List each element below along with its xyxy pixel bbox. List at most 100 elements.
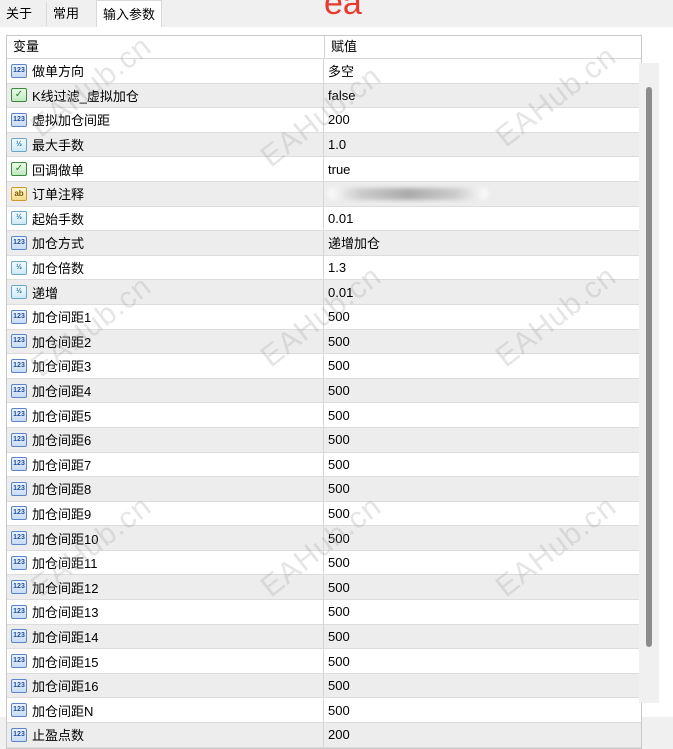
- table-row[interactable]: 123 加仓间距11 500: [7, 550, 641, 576]
- table-row[interactable]: 123 加仓间距14 500: [7, 624, 641, 650]
- int-type-icon: 123: [11, 727, 27, 742]
- parameter-value-cell[interactable]: 0.01: [324, 280, 353, 304]
- int-type-icon: 123: [11, 235, 27, 250]
- parameter-value-cell[interactable]: 500: [324, 502, 350, 526]
- parameter-value: 1.0: [328, 137, 347, 153]
- tab-inputs[interactable]: 输入参数: [96, 0, 163, 29]
- int-type-icon: 123: [11, 63, 27, 78]
- table-row[interactable]: 123 加仓间距N 500: [7, 698, 641, 724]
- bool-type-icon: ✓: [11, 162, 27, 177]
- int-type-icon: 123: [11, 604, 27, 619]
- parameter-value: 500: [328, 456, 350, 472]
- table-row[interactable]: ½ 起始手数 0.01: [7, 206, 641, 232]
- parameter-value-cell[interactable]: 200: [324, 723, 350, 747]
- string-type-icon: ab: [11, 186, 27, 201]
- vertical-scrollbar[interactable]: [639, 63, 659, 703]
- parameter-value-cell[interactable]: 500: [324, 649, 350, 673]
- parameter-value: true: [328, 161, 351, 177]
- table-row[interactable]: 123 加仓方式 递增加仓: [7, 231, 641, 256]
- column-header-value[interactable]: 赋值: [325, 36, 357, 58]
- table-row[interactable]: 123 加仓间距2 500: [7, 329, 641, 355]
- table-row[interactable]: 123 做单方向 多空: [7, 59, 641, 84]
- parameter-value-cell[interactable]: 500: [324, 575, 350, 599]
- parameter-value-cell[interactable]: 500: [324, 698, 350, 722]
- table-row[interactable]: 123 加仓间距6 500: [7, 427, 641, 453]
- parameter-value-cell[interactable]: 500: [324, 526, 350, 550]
- parameter-name-cell: ✓ 回调做单: [7, 157, 324, 181]
- table-row[interactable]: ✓ K线过滤_虚拟加仓 false: [7, 83, 641, 109]
- parameter-value: 500: [328, 505, 350, 521]
- table-row[interactable]: ✓ 回调做单 true: [7, 157, 641, 182]
- parameter-value: false: [328, 87, 356, 103]
- parameter-value-cell[interactable]: 500: [324, 477, 350, 501]
- int-type-icon: 123: [11, 481, 27, 496]
- table-row[interactable]: 123 加仓间距10 500: [7, 526, 641, 551]
- tab-about[interactable]: 关于: [0, 2, 38, 26]
- parameter-value-cell[interactable]: 500: [324, 403, 350, 427]
- int-type-icon: 123: [11, 531, 27, 546]
- table-row[interactable]: ½ 递增 0.01: [7, 280, 641, 305]
- column-header-name[interactable]: 变量: [7, 36, 325, 58]
- parameter-value-cell[interactable]: 0.01: [324, 207, 353, 231]
- parameter-name-cell: 123 加仓间距9: [7, 501, 324, 526]
- parameter-name-cell: 123 加仓间距8: [7, 477, 324, 501]
- parameter-value-cell[interactable]: 500: [324, 305, 350, 329]
- parameter-value-cell[interactable]: 递增加仓: [324, 231, 380, 255]
- parameter-name: 加仓间距12: [32, 580, 99, 596]
- parameter-value-cell[interactable]: 500: [324, 453, 350, 477]
- parameter-value-cell[interactable]: 500: [324, 379, 350, 403]
- int-type-icon: 123: [11, 580, 27, 595]
- table-row[interactable]: 123 加仓间距3 500: [7, 354, 641, 379]
- parameter-name-cell: 123 加仓间距2: [7, 329, 324, 354]
- table-row[interactable]: ab 订单注释: [7, 181, 641, 207]
- table-row[interactable]: 123 加仓间距16 500: [7, 673, 641, 699]
- parameter-value-cell[interactable]: 500: [324, 551, 350, 575]
- parameter-name-cell: 123 加仓间距5: [7, 403, 324, 427]
- int-type-icon: 123: [11, 309, 27, 324]
- tab-common[interactable]: 常用: [46, 2, 85, 26]
- int-type-icon: 123: [11, 112, 27, 127]
- parameter-value-cell[interactable]: 200: [324, 108, 350, 132]
- table-row[interactable]: 123 加仓间距8 500: [7, 477, 641, 502]
- table-row[interactable]: 123 加仓间距5 500: [7, 403, 641, 428]
- parameter-name-cell: 123 加仓间距N: [7, 698, 324, 723]
- table-row[interactable]: 123 加仓间距13 500: [7, 600, 641, 625]
- table-row[interactable]: 123 加仓间距4 500: [7, 378, 641, 404]
- parameter-name-cell: 123 加仓间距4: [7, 378, 324, 403]
- parameter-name: 止盈点数: [32, 728, 85, 744]
- table-row[interactable]: ½ 最大手数 1.0: [7, 132, 641, 158]
- table-row[interactable]: 123 止盈点数 200: [7, 723, 641, 748]
- table-row[interactable]: 123 加仓间距9 500: [7, 501, 641, 527]
- table-row[interactable]: 123 加仓间距15 500: [7, 649, 641, 674]
- scrollbar-thumb[interactable]: [646, 87, 652, 647]
- parameter-value-cell[interactable]: 500: [324, 674, 350, 698]
- table-row[interactable]: 123 加仓间距12 500: [7, 575, 641, 601]
- table-row[interactable]: 123 加仓间距1 500: [7, 304, 641, 330]
- parameter-value: 500: [328, 604, 350, 620]
- parameter-value-cell[interactable]: 多空: [324, 59, 354, 83]
- parameter-name: 加仓间距1: [32, 310, 92, 326]
- parameter-value: 500: [328, 481, 350, 497]
- parameter-value: 500: [328, 333, 350, 349]
- parameter-name-cell: 123 加仓间距14: [7, 624, 324, 649]
- parameter-value-cell[interactable]: 500: [324, 354, 350, 378]
- parameter-value-cell[interactable]: 500: [324, 600, 350, 624]
- parameter-value-cell[interactable]: 500: [324, 625, 350, 649]
- parameter-value-cell[interactable]: 1.0: [324, 133, 346, 157]
- table-row[interactable]: 123 虚拟加仓间距 200: [7, 108, 641, 133]
- parameter-value: 500: [328, 678, 350, 694]
- parameter-value-cell[interactable]: true: [324, 157, 350, 181]
- table-row[interactable]: 123 加仓间距7 500: [7, 452, 641, 478]
- parameter-value-cell[interactable]: 1.3: [324, 256, 346, 280]
- int-type-icon: 123: [11, 506, 27, 521]
- parameter-value-cell[interactable]: 500: [324, 330, 350, 354]
- parameter-value: 200: [328, 727, 350, 743]
- parameter-value-cell[interactable]: false: [324, 84, 355, 108]
- parameter-name: 递增: [32, 285, 59, 301]
- parameter-value-cell[interactable]: 500: [324, 428, 350, 452]
- table-row[interactable]: ½ 加仓倍数 1.3: [7, 255, 641, 281]
- parameter-value-cell[interactable]: [324, 182, 488, 206]
- bool-type-icon: ✓: [11, 88, 27, 103]
- parameter-name: 起始手数: [32, 211, 85, 227]
- parameter-name: 加仓间距4: [32, 384, 92, 400]
